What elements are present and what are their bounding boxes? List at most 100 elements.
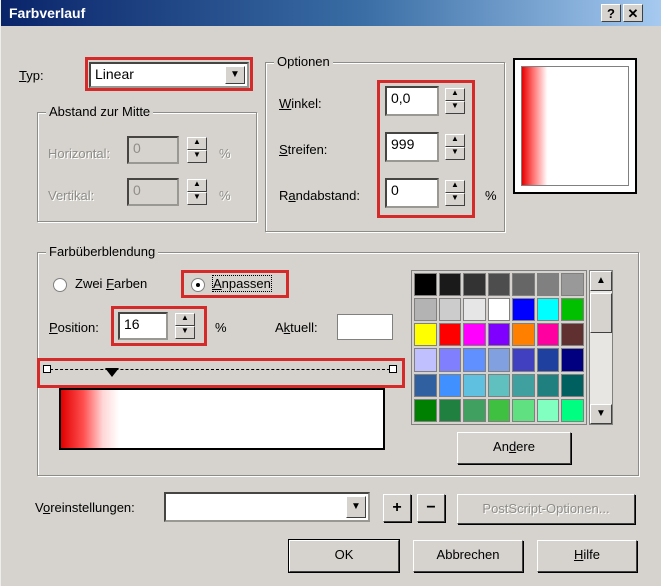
palette-swatch[interactable]	[536, 398, 560, 422]
spin-up-icon[interactable]: ▲	[175, 313, 195, 326]
winkel-label-accel: W	[279, 96, 292, 111]
palette-swatch[interactable]	[414, 323, 437, 347]
spin-up-icon[interactable]: ▲	[187, 137, 207, 150]
spin-down-icon[interactable]: ▼	[187, 150, 207, 163]
palette-swatch[interactable]	[463, 323, 486, 347]
gradient-end-marker[interactable]	[389, 365, 397, 373]
postscript-options-button[interactable]: PostScript-Optionen...	[457, 494, 635, 524]
palette-swatch[interactable]	[438, 273, 462, 297]
palette-swatch[interactable]	[463, 398, 486, 422]
palette-swatch[interactable]	[536, 348, 560, 372]
streifen-spinner[interactable]: ▲ ▼	[445, 134, 465, 160]
anpassen-rest: npassen	[221, 276, 271, 291]
palette-swatch[interactable]	[414, 373, 437, 397]
winkel-spinner[interactable]: ▲ ▼	[445, 88, 465, 114]
streifen-label-accel: S	[279, 142, 288, 157]
gradient-start-marker[interactable]	[43, 365, 51, 373]
andere-button[interactable]: Andere	[457, 432, 571, 464]
palette-swatch[interactable]	[561, 298, 584, 322]
palette-swatch[interactable]	[561, 398, 584, 422]
palette-swatch[interactable]	[536, 323, 560, 347]
position-field[interactable]: 16	[118, 312, 168, 340]
scroll-down-icon[interactable]: ▼	[590, 404, 612, 424]
zwei-farben-label[interactable]: Zwei Farben	[75, 276, 147, 291]
palette-swatch[interactable]	[487, 373, 511, 397]
palette-swatch[interactable]	[463, 373, 486, 397]
palette-swatch[interactable]	[512, 348, 535, 372]
palette-swatch[interactable]	[512, 298, 535, 322]
vertikal-unit: %	[219, 188, 231, 203]
palette-swatch[interactable]	[414, 273, 437, 297]
scroll-thumb[interactable]	[590, 293, 612, 333]
vertikal-spinner[interactable]: ▲ ▼	[187, 179, 207, 205]
palette-swatch[interactable]	[487, 323, 511, 347]
cancel-button[interactable]: Abbrechen	[413, 540, 523, 572]
palette-swatch[interactable]	[487, 298, 511, 322]
close-button[interactable]: ✕	[623, 4, 643, 22]
palette-scrollbar[interactable]: ▲ ▼	[589, 270, 613, 425]
spin-up-icon[interactable]: ▲	[445, 88, 465, 101]
palette-swatch[interactable]	[463, 348, 486, 372]
aktuell-color-swatch[interactable]	[337, 314, 393, 340]
palette-swatch[interactable]	[561, 323, 584, 347]
randabstand-spinner[interactable]: ▲ ▼	[445, 180, 465, 206]
palette-swatch[interactable]	[463, 298, 486, 322]
palette-swatch[interactable]	[438, 348, 462, 372]
palette-swatch[interactable]	[438, 373, 462, 397]
palette-swatch[interactable]	[561, 348, 584, 372]
palette-swatch[interactable]	[487, 398, 511, 422]
aktuell-pre: A	[275, 320, 284, 335]
palette-swatch[interactable]	[536, 298, 560, 322]
palette-swatch[interactable]	[512, 373, 535, 397]
gradient-stop-track[interactable]	[45, 369, 395, 370]
winkel-value: 0,0	[391, 90, 411, 106]
palette-swatch[interactable]	[487, 273, 511, 297]
zwei-farben-rest: arben	[114, 276, 148, 291]
help-dialog-button[interactable]: Hilfe	[537, 540, 637, 572]
palette-swatch[interactable]	[438, 398, 462, 422]
horizontal-spinner[interactable]: ▲ ▼	[187, 137, 207, 163]
horizontal-value: 0	[133, 140, 141, 156]
gradient-stop-marker[interactable]	[105, 368, 119, 377]
remove-preset-button[interactable]: −	[417, 494, 445, 522]
chevron-down-icon[interactable]: ▼	[225, 66, 245, 84]
palette-swatch[interactable]	[414, 298, 437, 322]
anpassen-radio[interactable]	[191, 278, 205, 292]
voreinstellungen-select[interactable]	[164, 492, 370, 522]
anpassen-label[interactable]: Anpassen	[212, 275, 272, 292]
winkel-field[interactable]: 0,0	[385, 86, 439, 116]
palette-swatch[interactable]	[512, 323, 535, 347]
palette-swatch[interactable]	[536, 273, 560, 297]
palette-swatch[interactable]	[536, 373, 560, 397]
palette-swatch[interactable]	[561, 373, 584, 397]
spin-up-icon[interactable]: ▲	[187, 179, 207, 192]
spin-up-icon[interactable]: ▲	[445, 134, 465, 147]
spin-down-icon[interactable]: ▼	[445, 193, 465, 206]
streifen-field[interactable]: 999	[385, 132, 439, 162]
palette-swatch[interactable]	[561, 273, 584, 297]
palette-swatch[interactable]	[512, 398, 535, 422]
palette-swatch[interactable]	[487, 348, 511, 372]
spin-down-icon[interactable]: ▼	[445, 147, 465, 160]
ok-button[interactable]: OK	[288, 539, 400, 573]
position-spinner[interactable]: ▲ ▼	[175, 313, 195, 339]
palette-swatch[interactable]	[512, 273, 535, 297]
vertikal-field[interactable]: 0	[127, 178, 179, 206]
spin-down-icon[interactable]: ▼	[175, 326, 195, 339]
randabstand-field[interactable]: 0	[385, 178, 439, 208]
help-button[interactable]: ?	[601, 4, 621, 22]
gradient-bar	[59, 388, 385, 450]
zwei-farben-radio[interactable]	[53, 278, 67, 292]
spin-down-icon[interactable]: ▼	[445, 101, 465, 114]
add-preset-button[interactable]: +	[383, 494, 411, 522]
palette-swatch[interactable]	[438, 323, 462, 347]
horizontal-field[interactable]: 0	[127, 136, 179, 164]
spin-up-icon[interactable]: ▲	[445, 180, 465, 193]
spin-down-icon[interactable]: ▼	[187, 192, 207, 205]
palette-swatch[interactable]	[463, 273, 486, 297]
palette-swatch[interactable]	[438, 298, 462, 322]
palette-swatch[interactable]	[414, 398, 437, 422]
chevron-down-icon[interactable]: ▼	[346, 496, 366, 518]
scroll-up-icon[interactable]: ▲	[590, 271, 612, 291]
palette-swatch[interactable]	[414, 348, 437, 372]
